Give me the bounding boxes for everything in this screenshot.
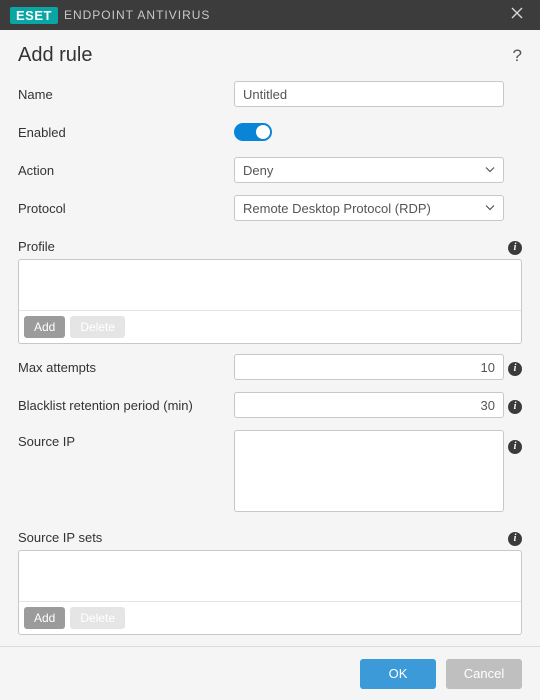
action-label: Action	[18, 163, 234, 178]
source-ip-input[interactable]	[234, 430, 504, 512]
source-ip-sets-delete-button: Delete	[70, 607, 125, 629]
brand-product: ENDPOINT ANTIVIRUS	[64, 8, 210, 22]
brand-eset: ESET	[10, 7, 58, 24]
dialog-footer: OK Cancel	[0, 646, 540, 700]
info-icon[interactable]: i	[508, 532, 522, 546]
source-ip-sets-footer: Add Delete	[19, 601, 521, 634]
max-attempts-input[interactable]	[234, 354, 504, 380]
content-area: Add rule ? Name Enabled Action Deny	[0, 30, 540, 646]
ok-button[interactable]: OK	[360, 659, 436, 689]
info-icon[interactable]: i	[508, 440, 522, 454]
page-title: Add rule	[18, 44, 93, 67]
blacklist-retention-input[interactable]	[234, 392, 504, 418]
info-icon[interactable]: i	[508, 400, 522, 414]
protocol-select[interactable]: Remote Desktop Protocol (RDP)	[234, 195, 504, 221]
close-icon	[511, 6, 523, 24]
action-select-value: Deny	[243, 163, 273, 178]
blacklist-retention-label: Blacklist retention period (min)	[18, 398, 234, 413]
source-ip-label: Source IP	[18, 430, 234, 449]
titlebar: ESET ENDPOINT ANTIVIRUS	[0, 0, 540, 30]
close-button[interactable]	[502, 1, 532, 29]
max-attempts-label: Max attempts	[18, 360, 234, 375]
cancel-button[interactable]: Cancel	[446, 659, 522, 689]
profile-listbox[interactable]: Add Delete	[18, 259, 522, 344]
source-ip-sets-body	[19, 551, 521, 601]
source-ip-sets-label: Source IP sets	[18, 530, 102, 545]
profile-list-body	[19, 260, 521, 310]
enabled-toggle[interactable]	[234, 123, 272, 141]
source-ip-sets-listbox[interactable]: Add Delete	[18, 550, 522, 635]
name-label: Name	[18, 87, 234, 102]
name-input[interactable]	[234, 81, 504, 107]
help-icon[interactable]: ?	[513, 46, 522, 66]
brand: ESET ENDPOINT ANTIVIRUS	[10, 7, 210, 24]
profile-label: Profile	[18, 239, 55, 254]
info-icon[interactable]: i	[508, 362, 522, 376]
dialog-window: ESET ENDPOINT ANTIVIRUS Add rule ? Name …	[0, 0, 540, 700]
profile-delete-button: Delete	[70, 316, 125, 338]
profile-add-button[interactable]: Add	[24, 316, 65, 338]
enabled-label: Enabled	[18, 125, 234, 140]
chevron-down-icon	[485, 165, 495, 176]
protocol-select-value: Remote Desktop Protocol (RDP)	[243, 201, 431, 216]
source-ip-sets-add-button[interactable]: Add	[24, 607, 65, 629]
chevron-down-icon	[485, 203, 495, 214]
protocol-label: Protocol	[18, 201, 234, 216]
action-select[interactable]: Deny	[234, 157, 504, 183]
info-icon[interactable]: i	[508, 241, 522, 255]
profile-list-footer: Add Delete	[19, 310, 521, 343]
